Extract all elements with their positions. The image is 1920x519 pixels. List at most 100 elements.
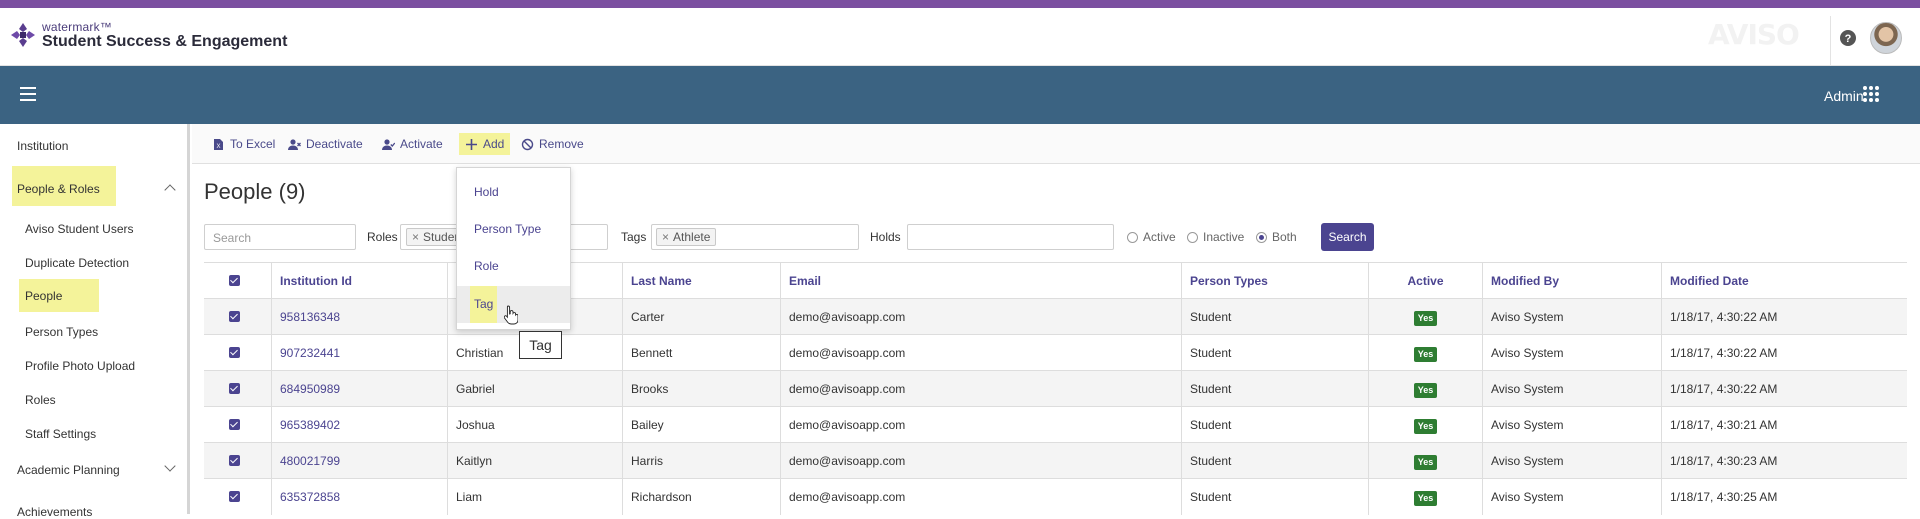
cell-institution-id[interactable]: 684950989 xyxy=(271,371,447,407)
to-excel-button[interactable]: X To Excel xyxy=(212,137,275,151)
cell-institution-id[interactable]: 965389402 xyxy=(271,407,447,443)
cell-last-name-text: Bailey xyxy=(631,418,664,432)
active-status-badge: Yes xyxy=(1413,455,1438,470)
cell-last-name-text: Bennett xyxy=(631,346,673,360)
table-row[interactable]: 684950989 Gabriel Brooks demo@avisoapp.com S… xyxy=(204,370,1907,407)
cell-institution-id[interactable]: 480021799 xyxy=(271,443,447,479)
table-row[interactable]: 965389402 Joshua Bailey demo@avisoapp.com St… xyxy=(204,406,1907,443)
cell-modified-date: 1/18/17, 4:30:23 AM xyxy=(1661,443,1907,479)
sidebar-item-aviso-student-users[interactable]: Aviso Student Users xyxy=(25,222,134,236)
cell-modified-by: Aviso System xyxy=(1482,479,1661,515)
sidebar-item-staff-settings[interactable]: Staff Settings xyxy=(25,427,96,441)
dropdown-item-person-type[interactable]: Person Type xyxy=(457,211,570,248)
aviso-logo: AVISO xyxy=(1708,18,1800,51)
sidebar-item-roles[interactable]: Roles xyxy=(25,393,56,407)
table-row[interactable]: 635372858 Liam Richardson demo@avisoapp.com… xyxy=(204,478,1907,515)
radio-active-label: Active xyxy=(1143,230,1176,244)
select-all-checkbox[interactable] xyxy=(229,275,240,286)
remove-button[interactable]: Remove xyxy=(521,137,584,151)
cell-email-text: demo@avisoapp.com xyxy=(789,346,906,360)
header-active[interactable]: Active xyxy=(1368,263,1482,299)
chip-remove-icon[interactable]: × xyxy=(412,230,419,244)
row-checkbox[interactable] xyxy=(229,491,240,502)
add-button[interactable]: Add xyxy=(459,133,511,155)
dropdown-item-role[interactable]: Role xyxy=(457,248,570,285)
menu-hamburger-icon[interactable] xyxy=(20,87,36,101)
cell-person-type-text: Student xyxy=(1190,382,1232,396)
brand-small-text: watermark™ xyxy=(42,20,113,34)
sidebar-scrollbar[interactable] xyxy=(187,124,190,514)
cell-institution-id[interactable]: 907232441 xyxy=(271,335,447,371)
cell-institution-id-text[interactable]: 684950989 xyxy=(280,382,340,396)
user-avatar[interactable] xyxy=(1870,22,1902,54)
cell-modified-by-text: Aviso System xyxy=(1491,418,1564,432)
table-row[interactable]: 907232441 Christian Bennett demo@avisoapp.c… xyxy=(204,334,1907,371)
row-checkbox[interactable] xyxy=(229,311,240,322)
cell-person-type: Student xyxy=(1181,371,1368,407)
search-input[interactable]: Search xyxy=(204,224,356,250)
sidebar-item-duplicate-detection[interactable]: Duplicate Detection xyxy=(25,256,129,270)
cell-institution-id-text[interactable]: 965389402 xyxy=(280,418,340,432)
tags-chip[interactable]: × Athlete xyxy=(656,228,717,246)
radio-circle-icon xyxy=(1187,231,1198,243)
header-modified-date[interactable]: Modified Date xyxy=(1661,263,1907,299)
row-select-cell[interactable] xyxy=(204,299,271,335)
radio-both[interactable]: Both xyxy=(1256,230,1297,244)
radio-inactive[interactable]: Inactive xyxy=(1187,230,1244,244)
cell-institution-id-text[interactable]: 907232441 xyxy=(280,346,340,360)
chip-remove-icon[interactable]: × xyxy=(662,230,669,244)
row-checkbox[interactable] xyxy=(229,347,240,358)
sidebar-item-people[interactable]: People xyxy=(19,279,99,312)
cell-modified-date-text: 1/18/17, 4:30:21 AM xyxy=(1670,418,1778,432)
row-select-cell[interactable] xyxy=(204,371,271,407)
cell-last-name: Richardson xyxy=(622,479,780,515)
admin-menu-label[interactable]: Admin xyxy=(1824,88,1864,104)
header-institution-id[interactable]: Institution Id xyxy=(271,263,447,299)
add-label: Add xyxy=(483,137,505,151)
activate-button[interactable]: Activate xyxy=(382,137,443,151)
cell-email-text: demo@avisoapp.com xyxy=(789,310,906,324)
holds-field[interactable] xyxy=(907,224,1114,250)
row-select-cell[interactable] xyxy=(204,479,271,515)
cell-institution-id-text[interactable]: 480021799 xyxy=(280,454,340,468)
row-checkbox[interactable] xyxy=(229,419,240,430)
cell-institution-id-text[interactable]: 635372858 xyxy=(280,490,340,504)
sidebar-item-person-types[interactable]: Person Types xyxy=(25,325,98,339)
cell-email: demo@avisoapp.com xyxy=(780,371,1181,407)
sidebar-item-institution[interactable]: Institution xyxy=(17,139,68,153)
cell-email: demo@avisoapp.com xyxy=(780,443,1181,479)
radio-active[interactable]: Active xyxy=(1127,230,1176,244)
header-modified-by[interactable]: Modified By xyxy=(1482,263,1661,299)
header-person-types[interactable]: Person Types xyxy=(1181,263,1368,299)
cell-first-name: Kaitlyn xyxy=(447,443,622,479)
deactivate-button[interactable]: Deactivate xyxy=(288,137,363,151)
row-select-cell[interactable] xyxy=(204,443,271,479)
row-select-cell[interactable] xyxy=(204,407,271,443)
sidebar-item-people-roles[interactable]: People & Roles xyxy=(12,166,116,206)
sidebar-item-profile-photo-upload[interactable]: Profile Photo Upload xyxy=(25,359,135,373)
cell-active: Yes xyxy=(1368,479,1482,515)
active-status-badge: Yes xyxy=(1413,419,1438,434)
radio-inactive-label: Inactive xyxy=(1203,230,1245,244)
sidebar-item-achievements[interactable]: Achievements xyxy=(17,505,92,519)
apps-grid-icon[interactable] xyxy=(1863,86,1879,102)
sidebar-item-academic-planning[interactable]: Academic Planning xyxy=(17,463,120,477)
table-row[interactable]: 480021799 Kaitlyn Harris demo@avisoapp.com S… xyxy=(204,442,1907,479)
ban-icon xyxy=(521,138,534,150)
row-checkbox[interactable] xyxy=(229,383,240,394)
header-last-name[interactable]: Last Name xyxy=(622,263,780,299)
cell-last-name: Carter xyxy=(622,299,780,335)
top-accent-stripe xyxy=(0,0,1920,8)
cell-institution-id[interactable]: 635372858 xyxy=(271,479,447,515)
help-icon[interactable]: ? xyxy=(1838,28,1858,48)
search-button[interactable]: Search xyxy=(1321,223,1374,251)
header-email[interactable]: Email xyxy=(780,263,1181,299)
dropdown-item-hold[interactable]: Hold xyxy=(457,174,570,211)
to-excel-label: To Excel xyxy=(230,137,276,151)
row-select-cell[interactable] xyxy=(204,335,271,371)
cell-institution-id[interactable]: 958136348 xyxy=(271,299,447,335)
cell-institution-id-text[interactable]: 958136348 xyxy=(280,310,340,324)
cell-person-type-text: Student xyxy=(1190,418,1232,432)
select-all-cell[interactable] xyxy=(204,263,271,299)
row-checkbox[interactable] xyxy=(229,455,240,466)
